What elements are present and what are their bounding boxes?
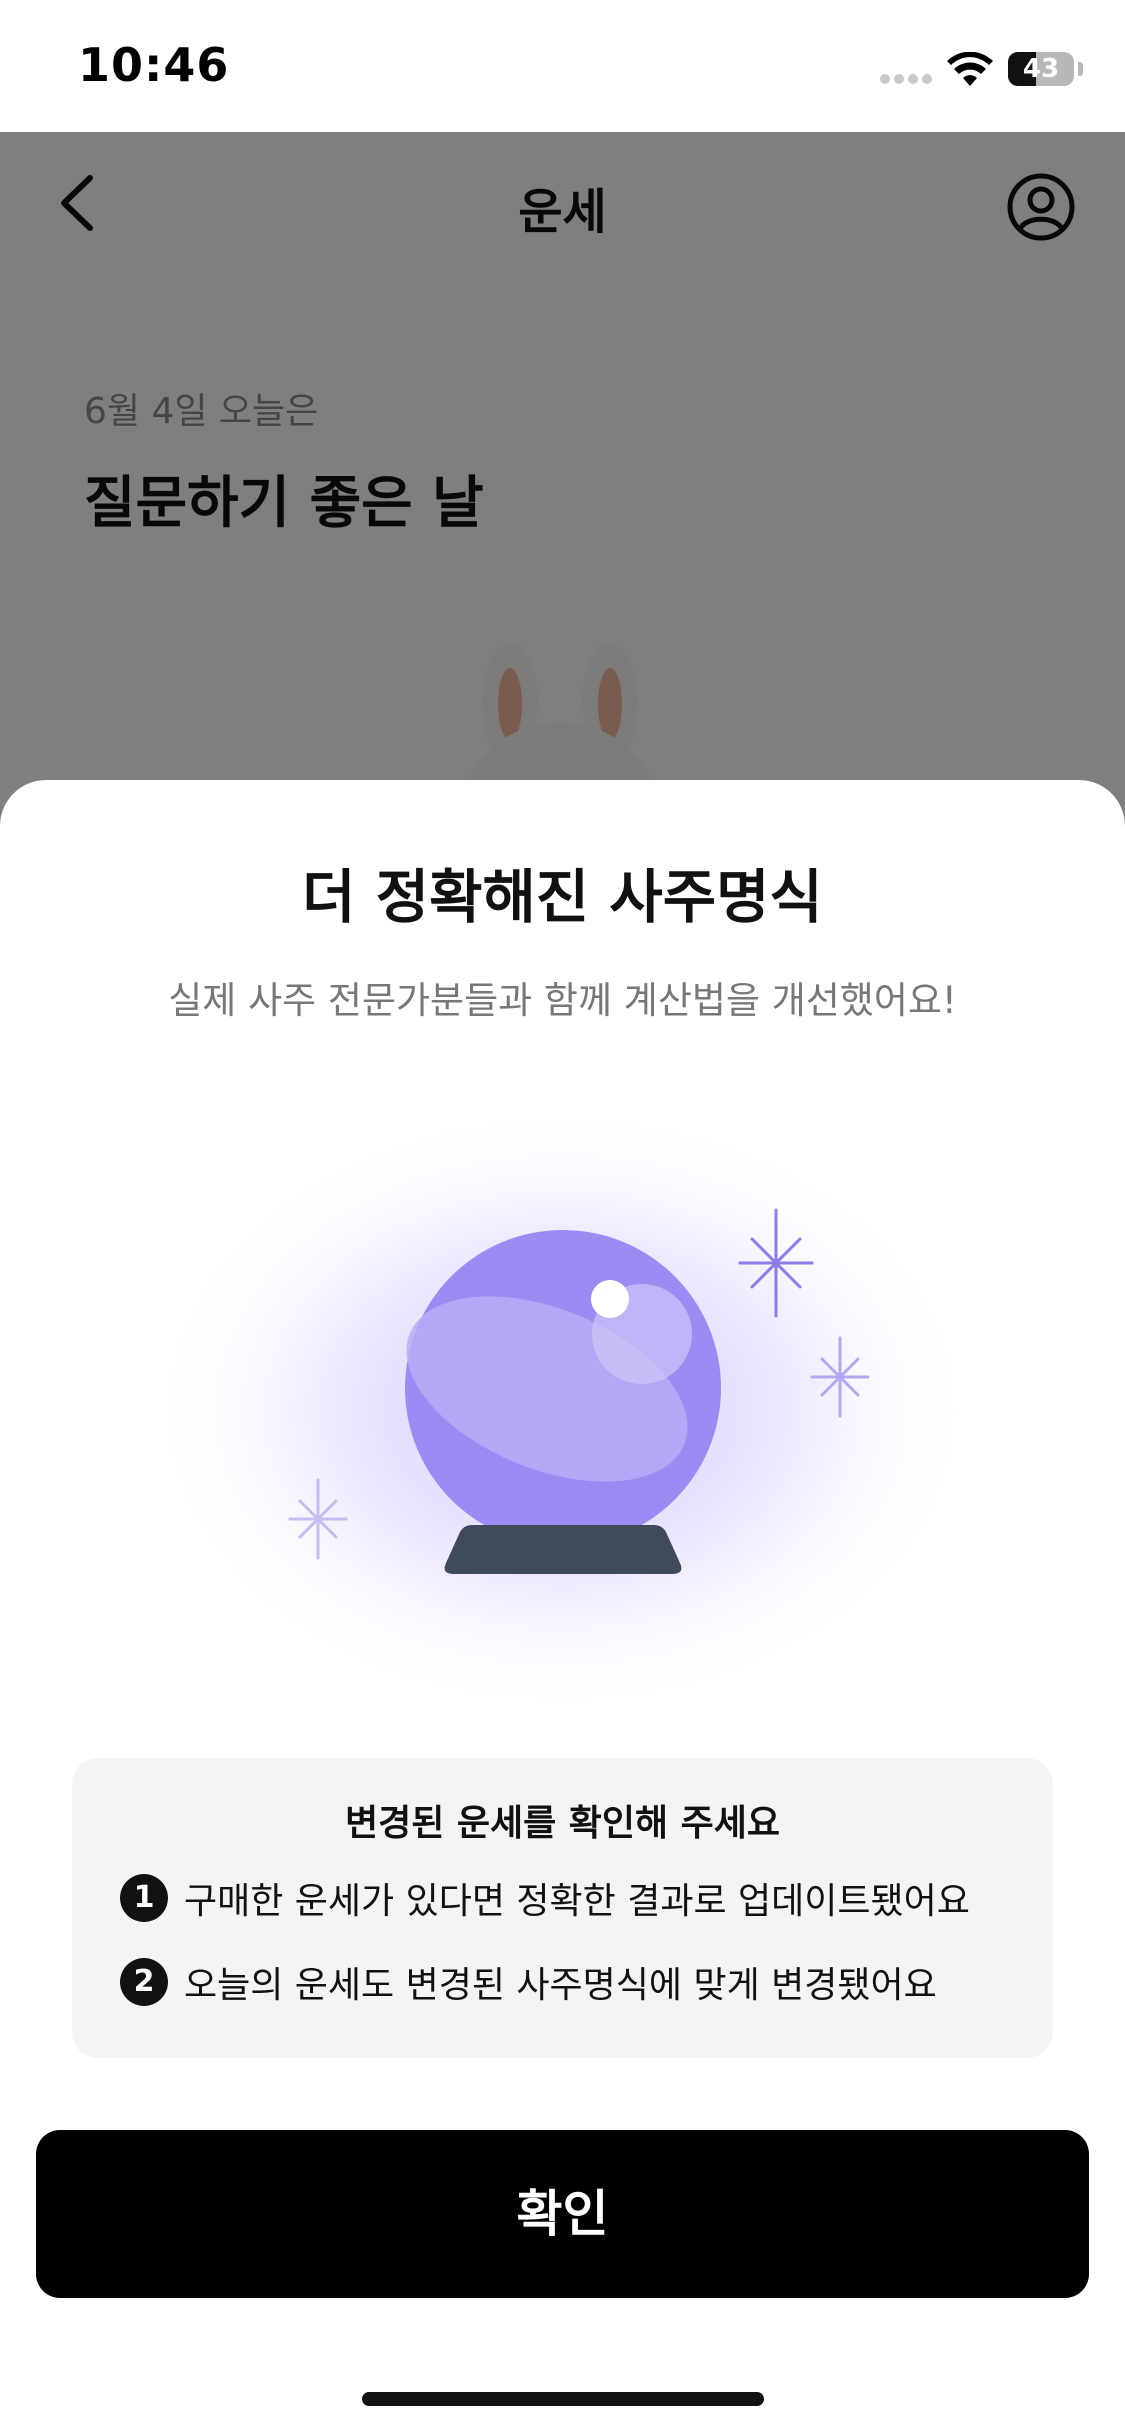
- confirm-button[interactable]: 확인: [36, 2130, 1089, 2298]
- sheet-title: 더 정확해진 사주명식: [302, 863, 823, 931]
- number-badge: 2: [120, 1958, 168, 2006]
- info-item: 2 오늘의 운세도 변경된 사주명식에 맞게 변경됐어요: [120, 1954, 937, 2010]
- info-box: 변경된 운세를 확인해 주세요 1 구매한 운세가 있다면 정확한 결과로 업데…: [72, 1758, 1053, 2058]
- sheet-subtitle: 실제 사주 전문가분들과 함께 계산법을 개선했어요!: [168, 979, 957, 1022]
- announcement-sheet: 더 정확해진 사주명식 실제 사주 전문가분들과 함께 계산법을 개선했어요!: [0, 780, 1125, 2436]
- battery-icon: 43: [1008, 52, 1074, 86]
- status-bar: 10:46 43: [0, 0, 1125, 132]
- status-time: 10:46: [78, 38, 230, 92]
- crystal-ball-icon: [142, 1100, 982, 1720]
- battery-level: 43: [1022, 54, 1060, 84]
- home-indicator: [362, 2392, 764, 2406]
- wifi-icon: [947, 52, 993, 86]
- info-item-text: 구매한 운세가 있다면 정확한 결과로 업데이트됐어요: [184, 1881, 970, 1922]
- info-item-text: 오늘의 운세도 변경된 사주명식에 맞게 변경됐어요: [184, 1965, 937, 2006]
- cellular-signal-icon: [880, 74, 932, 84]
- info-title: 변경된 운세를 확인해 주세요: [344, 1803, 781, 1844]
- info-item: 1 구매한 운세가 있다면 정확한 결과로 업데이트됐어요: [120, 1870, 970, 1926]
- battery-cap: [1078, 62, 1083, 76]
- number-badge: 1: [120, 1874, 168, 1922]
